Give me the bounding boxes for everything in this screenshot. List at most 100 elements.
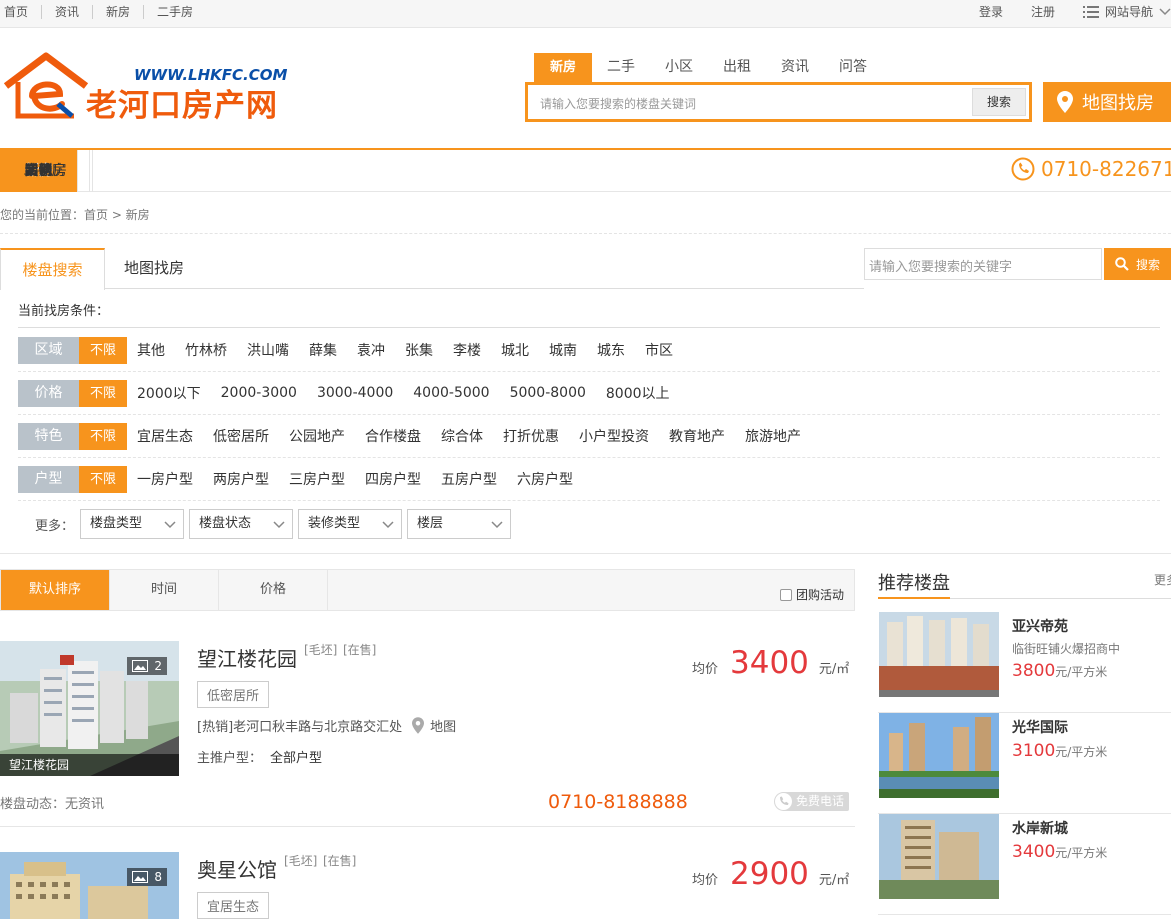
register-link[interactable]: 注册 [1031, 5, 1055, 19]
free-call-button[interactable]: 免费电话 [774, 792, 849, 811]
search-tab-news[interactable]: 资讯 [766, 53, 824, 82]
chevron-down-icon [382, 521, 394, 529]
search-tab-rent[interactable]: 出租 [708, 53, 766, 82]
search-tab-new[interactable]: 新房 [534, 53, 592, 82]
filter-row-area: 区域 不限 其他 竹林桥 洪山嘴 薛集 袁冲 张集 李楼 城北 城南 城东 市区 [18, 329, 1160, 372]
filter-option[interactable]: 一房户型 [137, 469, 193, 489]
filter-option[interactable]: 教育地产 [669, 426, 725, 446]
filter-option[interactable]: 张集 [405, 340, 433, 360]
listing-photo[interactable]: 8 [0, 852, 179, 919]
dropdown-property-status[interactable]: 楼盘状态 [189, 509, 294, 539]
filter-option[interactable]: 2000以下 [137, 383, 201, 403]
filter-option[interactable]: 竹林桥 [185, 340, 227, 360]
search-tab-qa[interactable]: 问答 [824, 53, 882, 82]
recommended-item[interactable]: 亚兴帝苑 临街旺铺火爆招商中 3800元/平方米 [878, 612, 1171, 713]
recommended-item[interactable]: 水岸新城 3400元/平方米 [878, 814, 1171, 915]
filter-option[interactable]: 低密居所 [213, 426, 269, 446]
price-unit: 元/平方米 [1055, 745, 1108, 759]
filter-option[interactable]: 公园地产 [289, 426, 345, 446]
layouts-value: 全部户型 [270, 751, 323, 766]
keyword-placeholder: 请输入您要搜索的关键字 [869, 260, 1013, 275]
phone-badge [775, 793, 792, 810]
dropdown-decoration-type[interactable]: 装修类型 [298, 509, 403, 539]
chevron-down-icon [273, 521, 285, 529]
filter-option[interactable]: 三房户型 [289, 469, 345, 489]
map-search-button[interactable]: 地图找房 [1043, 82, 1171, 122]
filter-option[interactable]: 宜居生态 [137, 426, 193, 446]
filter-all[interactable]: 不限 [79, 336, 127, 364]
filter-option[interactable]: 旅游地产 [745, 426, 801, 446]
filter-all[interactable]: 不限 [79, 422, 127, 450]
filter-option[interactable]: 六房户型 [517, 469, 573, 489]
map-pin-icon [1057, 91, 1073, 113]
more-label: 更多： [35, 518, 75, 534]
search-tab-second[interactable]: 二手 [592, 53, 650, 82]
filter-option[interactable]: 两房户型 [213, 469, 269, 489]
filter-option[interactable]: 洪山嘴 [247, 340, 289, 360]
search-input[interactable]: 请输入您要搜索的楼盘关键词 搜索 [525, 82, 1032, 122]
tab-map-search[interactable]: 地图找房 [124, 248, 184, 289]
sidebar-more-link[interactable]: 更多 [1154, 571, 1171, 588]
feature-tag: 低密居所 [197, 681, 270, 708]
recommended-desc: 临街旺铺火爆招商中 [1012, 642, 1121, 656]
tab-property-search[interactable]: 楼盘搜索 [0, 248, 105, 290]
filter-option[interactable]: 小户型投资 [579, 426, 649, 446]
divider [0, 553, 1171, 554]
sort-time[interactable]: 时间 [110, 570, 219, 610]
price-unit: 元/平方米 [1055, 846, 1108, 860]
filter-option[interactable]: 合作楼盘 [365, 426, 421, 446]
dropdown-floor[interactable]: 楼层 [407, 509, 512, 539]
nav-item-news[interactable]: 资讯 [0, 150, 78, 192]
filter-option[interactable]: 2000-3000 [221, 385, 297, 401]
photo-caption: 望江楼花园 [0, 754, 179, 776]
keyword-input[interactable]: 请输入您要搜索的关键字 [864, 248, 1102, 280]
filter-option[interactable]: 城北 [501, 340, 529, 360]
dropdown-property-type[interactable]: 楼盘类型 [80, 509, 185, 539]
filter-option[interactable]: 5000-8000 [510, 385, 586, 401]
filter-option[interactable]: 打折优惠 [503, 426, 559, 446]
filter-option[interactable]: 综合体 [441, 426, 483, 446]
filter-option[interactable]: 薛集 [309, 340, 337, 360]
recommended-photo [879, 612, 999, 697]
filter-all[interactable]: 不限 [79, 465, 127, 493]
house-logo-icon [3, 52, 89, 119]
chevron-down-icon [164, 521, 176, 529]
filter-option[interactable]: 4000-5000 [413, 385, 489, 401]
recommended-item[interactable]: 光华国际 3100元/平方米 [878, 713, 1171, 814]
filter-option[interactable]: 8000以上 [606, 383, 670, 403]
filter-option[interactable]: 其他 [137, 340, 165, 360]
filter-option[interactable]: 城南 [549, 340, 577, 360]
search-button[interactable]: 搜索 [972, 88, 1026, 116]
filter-all[interactable]: 不限 [79, 379, 127, 407]
site-logo[interactable]: WWW.LHKFC.COM 老河口房产网 [2, 52, 292, 124]
recommended-price: 3800元/平方米 [1012, 661, 1107, 681]
top-link-home[interactable]: 首页 [4, 5, 41, 19]
logo-name: 老河口房产网 [86, 88, 278, 124]
sort-default[interactable]: 默认排序 [1, 570, 110, 610]
layouts-label: 主推户型： [197, 751, 263, 766]
filter-option[interactable]: 李楼 [453, 340, 481, 360]
filter-option[interactable]: 四房户型 [365, 469, 421, 489]
listing-title[interactable]: 奥星公馆 [197, 854, 277, 883]
filter-option[interactable]: 城东 [597, 340, 625, 360]
site-nav-menu[interactable]: 网站导航 [1082, 5, 1171, 19]
filter-option[interactable]: 袁冲 [357, 340, 385, 360]
keyword-search-button[interactable]: 搜索 [1104, 248, 1171, 280]
filter-label: 区域 [18, 336, 79, 364]
sort-price[interactable]: 价格 [219, 570, 328, 610]
listing-photo[interactable]: 2 望江楼花园 [0, 641, 179, 776]
free-call-label: 免费电话 [796, 794, 845, 808]
filter-option[interactable]: 市区 [645, 340, 673, 360]
sort-bar: 默认排序 时间 价格 团购活动 [0, 569, 855, 611]
map-link[interactable]: 地图 [430, 716, 456, 735]
top-link-new-house[interactable]: 新房 [92, 5, 143, 19]
login-link[interactable]: 登录 [979, 5, 1003, 19]
listing-title[interactable]: 望江楼花园 [197, 643, 297, 672]
filter-option[interactable]: 3000-4000 [317, 385, 393, 401]
group-buy-checkbox[interactable]: 团购活动 [779, 586, 844, 603]
filter-option[interactable]: 五房户型 [441, 469, 497, 489]
top-link-second-hand[interactable]: 二手房 [143, 5, 206, 19]
recommended-photo [879, 814, 999, 899]
search-tab-community[interactable]: 小区 [650, 53, 708, 82]
top-link-news[interactable]: 资讯 [41, 5, 92, 19]
